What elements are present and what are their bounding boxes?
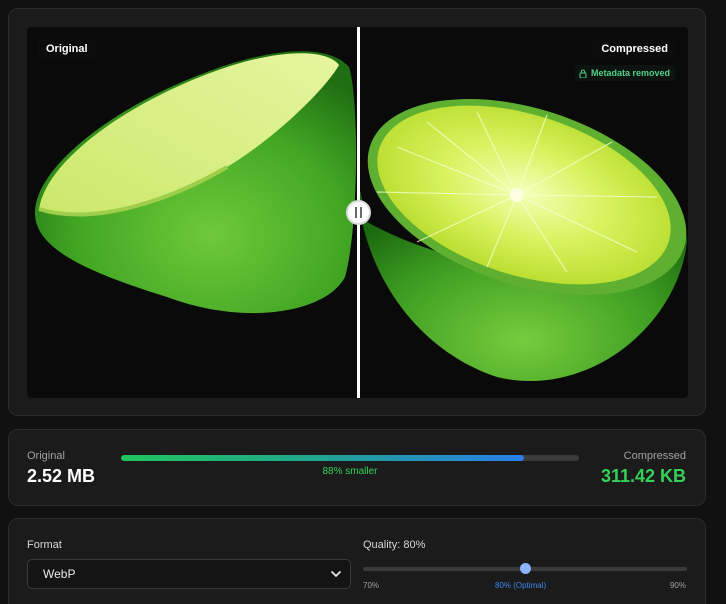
size-comparison-card: Original 2.52 MB 88% smaller Compressed … xyxy=(8,429,706,506)
original-label: Original xyxy=(38,39,96,59)
format-select-value: WebP xyxy=(43,567,76,581)
compressed-label: Compressed xyxy=(593,39,676,59)
format-label: Format xyxy=(27,539,62,551)
comparison-viewer[interactable]: Original Compressed Metadata removed xyxy=(27,27,688,398)
quality-min-label: 70% xyxy=(363,581,380,590)
quality-max-label: 90% xyxy=(669,581,686,590)
quality-label: Quality: 80% xyxy=(363,539,426,551)
lock-icon xyxy=(579,69,587,78)
savings-bar-fill xyxy=(121,455,525,461)
savings-text: 88% smaller xyxy=(322,466,378,477)
preview-card: Original Compressed Metadata removed xyxy=(8,8,706,416)
format-select[interactable]: WebP xyxy=(27,559,351,589)
original-size-label: Original xyxy=(27,450,65,462)
quality-slider[interactable] xyxy=(363,563,687,574)
drag-handle-icon[interactable] xyxy=(346,200,371,225)
metadata-removed-badge: Metadata removed xyxy=(574,65,675,81)
settings-card: Format WebP Quality: 80% 70% 80% (Optima… xyxy=(8,518,706,604)
savings-bar xyxy=(121,455,579,461)
original-size-value: 2.52 MB xyxy=(27,466,96,486)
chevron-down-icon xyxy=(331,571,341,577)
compressed-size-value: 311.42 KB xyxy=(600,466,686,486)
compressed-size-label: Compressed xyxy=(623,450,686,462)
quality-slider-thumb[interactable] xyxy=(520,563,531,574)
metadata-removed-text: Metadata removed xyxy=(590,68,670,78)
quality-optimal-label: 80% (Optimal) xyxy=(495,581,547,590)
